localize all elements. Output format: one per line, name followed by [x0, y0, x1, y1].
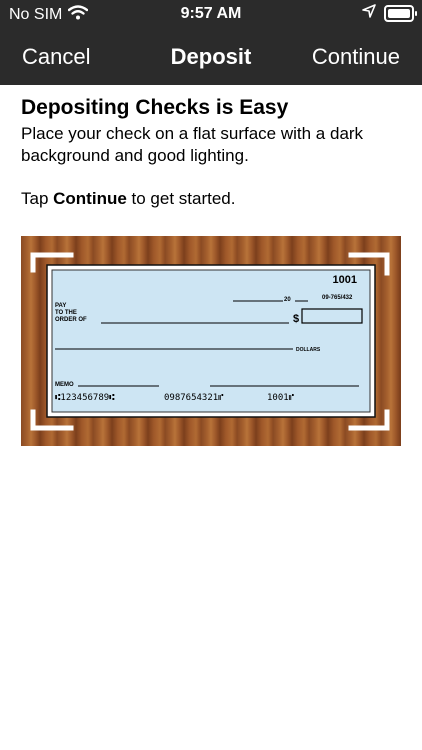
- instructions-text: Place your check on a flat surface with …: [21, 124, 364, 165]
- tap-suffix: to get started.: [126, 189, 236, 208]
- cancel-button[interactable]: Cancel: [22, 44, 90, 70]
- pay-label-1: PAY: [55, 303, 66, 309]
- micr-account: 0987654321⑈: [164, 393, 224, 403]
- micr-number: 1001⑈: [267, 393, 295, 403]
- top-bar: No SIM 9:57 AM Cancel Deposit Continue: [0, 0, 422, 85]
- heading: Depositing Checks is Easy: [21, 96, 289, 119]
- location-arrow-icon: [362, 4, 376, 23]
- micr-routing: ⑆123456789⑆: [55, 393, 115, 403]
- dollars-label: DOLLARS: [296, 347, 321, 353]
- routing-fraction: 09-765/432: [322, 295, 353, 301]
- memo-label: MEMO: [55, 382, 74, 388]
- dollar-sign: $: [293, 313, 299, 325]
- check-body: [51, 269, 371, 413]
- battery-icon: [384, 5, 417, 22]
- instructions-section: Depositing Checks is Easy Place your che…: [21, 96, 406, 209]
- pay-label-3: ORDER OF: [55, 317, 87, 323]
- status-bar: No SIM 9:57 AM: [0, 0, 422, 30]
- tap-instruction: Tap Continue to get started.: [21, 189, 406, 209]
- tap-continue-word: Continue: [53, 189, 127, 208]
- check-illustration: 1001 09-765/432 20 PAY TO THE ORDER OF $…: [21, 236, 401, 446]
- check-number: 1001: [333, 274, 357, 286]
- status-right: [362, 4, 417, 23]
- date-suffix: 20: [284, 297, 291, 303]
- pay-label-2: TO THE: [55, 310, 77, 316]
- continue-button[interactable]: Continue: [312, 44, 400, 70]
- tap-prefix: Tap: [21, 189, 54, 208]
- status-time: 9:57 AM: [180, 5, 242, 22]
- navigation-bar: Cancel Deposit Continue: [0, 38, 422, 78]
